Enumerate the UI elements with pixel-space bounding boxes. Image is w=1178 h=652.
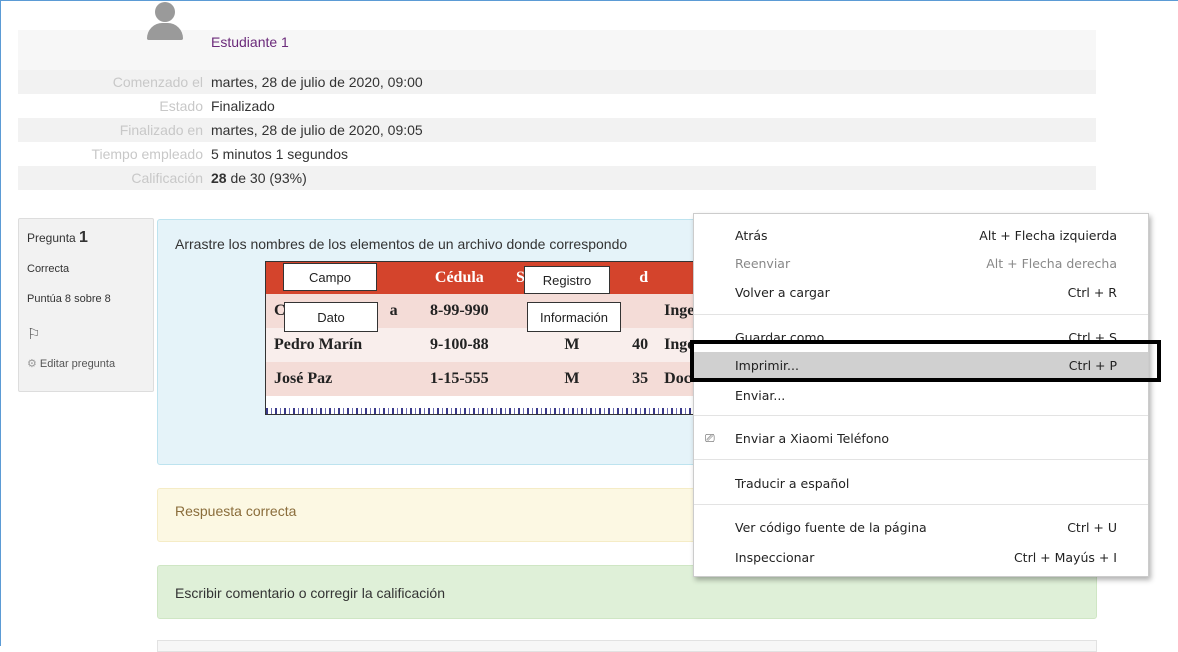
question-info-box: Pregunta 1 Correcta Puntúa 8 sobre 8 ⚐ ⚙… — [18, 218, 154, 392]
question-mark: Puntúa 8 sobre 8 — [27, 293, 111, 305]
image-scan-noise — [266, 408, 726, 414]
context-menu: Atrás Alt + Flecha izquierda Reenviar Alt … — [693, 213, 1149, 577]
edit-question-link[interactable]: ⚙ Editar pregunta — [27, 357, 115, 370]
attempt-summary: Estudiante 1 Comenzado el martes, 28 de … — [18, 30, 1096, 190]
menu-separator — [694, 504, 1148, 505]
question-state: Correcta — [27, 263, 70, 275]
summary-row-finished: Finalizado en martes, 28 de julio de 202… — [18, 118, 1096, 142]
summary-value: martes, 28 de julio de 2020, 09:00 — [211, 74, 423, 90]
next-section-box — [157, 640, 1097, 652]
drag-item-registro[interactable]: Registro — [524, 266, 610, 294]
drag-item-dato[interactable]: Dato — [284, 302, 378, 332]
gear-icon: ⚙ — [27, 358, 37, 370]
question-text: Arrastre los nombres de los elementos de… — [175, 236, 628, 252]
menu-item-reload[interactable]: Volver a cargar Ctrl + R — [694, 279, 1148, 305]
summary-label: Finalizado en — [119, 122, 203, 138]
menu-separator — [694, 314, 1148, 315]
menu-separator — [694, 459, 1148, 460]
summary-value: 5 minutos 1 segundos — [211, 146, 348, 162]
devices-icon: ⎚ — [705, 430, 715, 445]
menu-item-inspect[interactable]: Inspeccionar Ctrl + Mayús + I — [694, 544, 1148, 570]
user-avatar-icon[interactable] — [147, 2, 183, 40]
menu-item-forward[interactable]: Reenviar Alt + Flecha derecha — [694, 250, 1148, 276]
menu-separator — [694, 415, 1148, 416]
summary-row-time: Tiempo empleado 5 minutos 1 segundos — [18, 142, 1096, 166]
question-number: Pregunta 1 — [27, 229, 88, 246]
summary-row-started: Comenzado el martes, 28 de julio de 2020… — [18, 70, 1096, 94]
menu-item-view-source[interactable]: Ver código fuente de la página Ctrl + U — [694, 514, 1148, 540]
summary-value: Finalizado — [211, 98, 275, 114]
summary-value: martes, 28 de julio de 2020, 09:05 — [211, 122, 423, 138]
grade-value: 28 de 30 (93%) — [211, 170, 307, 186]
menu-item-back[interactable]: Atrás Alt + Flecha izquierda — [694, 222, 1148, 248]
window-frame-left — [0, 0, 1, 646]
menu-item-translate[interactable]: Traducir a español — [694, 470, 1148, 496]
summary-label: Calificación — [131, 170, 203, 186]
menu-item-send-to-device[interactable]: ⎚ Enviar a Xiaomi Teléfono — [694, 425, 1148, 451]
feedback-text: Respuesta correcta — [175, 503, 297, 519]
drag-item-campo[interactable]: Campo — [283, 263, 377, 291]
flag-icon[interactable]: ⚐ — [27, 325, 40, 343]
highlight-annotation-box — [690, 340, 1161, 382]
summary-row-state: Estado Finalizado — [18, 94, 1096, 118]
menu-item-send[interactable]: Enviar... — [694, 382, 1148, 408]
summary-label: Tiempo empleado — [91, 146, 203, 162]
comment-link[interactable]: Escribir comentario o corregir la califi… — [175, 585, 445, 601]
summary-label: Comenzado el — [112, 74, 203, 90]
drag-item-informacion[interactable]: Información — [527, 302, 621, 332]
summary-row-grade: Calificación 28 de 30 (93%) — [18, 166, 1096, 190]
window-frame-top — [0, 0, 1178, 1]
summary-label: Estado — [159, 98, 203, 114]
user-name-link[interactable]: Estudiante 1 — [211, 34, 289, 50]
